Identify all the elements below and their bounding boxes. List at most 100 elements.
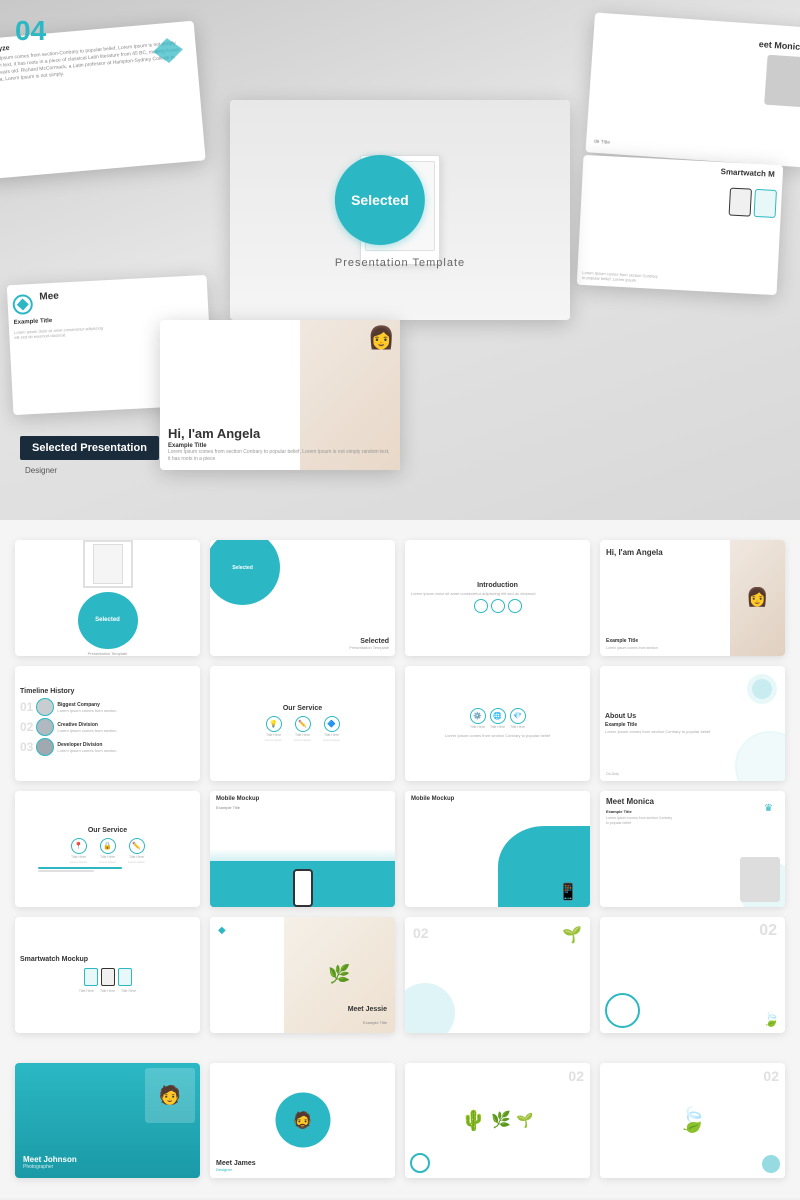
service3-title: Our Service [88,827,127,834]
slide-smartwatch-hero: Smartwatch M Lorem Ipsum comes from sect… [577,155,784,295]
angela-inner-content: 👩 Hi, I'am Angela Example Title Lorem Ip… [160,320,400,470]
james-role: Designer [216,1167,256,1172]
jessie-subtitle: Example Title [363,1020,387,1025]
service1-icons: 💡 Title Here Lorem ipsum ✏️ Title Here L… [261,716,344,742]
grid-slide-placeholder2[interactable]: 02 🍃 [600,917,785,1033]
grid-angela-subtitle: Example Title [606,638,638,644]
smartwatch-hero-desc: Lorem Ipsum comes from section Contrary … [582,270,662,284]
bottom-slide-leaf[interactable]: 🍃 02 [600,1063,785,1179]
service-label-3: Title Here [324,733,339,737]
grid-slide-service3[interactable]: Our Service 📍 Title Here Lorem ipsum 🔒 T… [15,791,200,907]
cover1-badge: Selected [78,592,138,649]
leaf-icon-large: 🍃 [678,1106,708,1135]
jessie-photo-area: 🌿 [284,917,395,1033]
monica-crown-icon: ♛ [764,803,773,814]
grid-slide-angela[interactable]: Hi, I'am Angela 👩 Example Title Lorem Ip… [600,540,785,656]
service-icon-block-1: 💡 Title Here Lorem ipsum [261,716,286,742]
service-icon-1: 💡 [266,716,282,732]
monica-photo [740,857,780,902]
watch-label-3: Title Here [121,989,136,993]
mobile1-subtitle: Example Title [216,805,240,810]
grid-slide-smartwatch[interactable]: Smartwatch Mockup Title Here Title Here … [15,917,200,1033]
slide-meet-monica-hero: eet Monica tle Title [585,12,800,167]
plants-num-badge: 02 [568,1068,584,1084]
service3-label-2: Title Here [100,855,115,859]
service1-title: Our Service [283,705,322,712]
service2-label-1: Title Here [470,725,485,729]
designer-label: Designer [25,466,57,475]
service3-icon-1: 📍 [71,838,87,854]
grid-slide-service-icons[interactable]: ⚙️ Title Here 🌐 Title Here 💎 Title Here … [405,666,590,782]
cover2-subtitle: Presentation Template [349,645,389,650]
johnson-photo: 🧑 [145,1068,195,1123]
watch-label-1: Title Here [79,989,94,993]
circle-outline-deco [605,993,640,1028]
bottom-slide-plants[interactable]: 🌵 🌿 🌱 02 [405,1063,590,1179]
johnson-title: Meet Johnson [23,1155,192,1164]
placeholder2-num: 02 [759,922,777,940]
leaf-icon: 🍃 [763,1011,780,1028]
slide-angela-hero: 👩 Hi, I'am Angela Example Title Lorem Ip… [160,320,400,470]
mobile2-title: Mobile Mockup [411,796,454,802]
cover2-title: Selected [349,638,389,645]
service3-icon-block-2: 🔒 Title Here Lorem ipsum [95,838,120,864]
timeline-title: Timeline History [20,688,74,695]
service2-label-3: Title Here [510,725,525,729]
grid-row-3: Our Service 📍 Title Here Lorem ipsum 🔒 T… [15,791,785,907]
grid-row-4: Smartwatch Mockup Title Here Title Here … [15,917,785,1033]
grid-row-1: Selected Presentation Template Selected … [15,540,785,656]
plant-icon-1: 🌵 [461,1108,486,1133]
timeline-img-2 [36,718,54,736]
angela-hero-title: Hi, I'am Angela [168,426,392,441]
watch-icon-3 [118,968,132,986]
jessie-grid-title: Meet Jessie [348,1006,387,1013]
timeline-desc-2: Lorem Ipsum comes from section [57,728,116,733]
angela-hero-body: Lorem Ipsum comes from section Contrary … [168,449,392,462]
service-icon-block-3: 🔷 Title Here Lorem ipsum [319,716,344,742]
circle-deco-1 [405,983,455,1033]
grid-slide-jessie[interactable]: ◆ 🌿 Meet Jessie Example Title [210,917,395,1033]
grid-slide-about[interactable]: About Us Example Title Lorem Ipsum comes… [600,666,785,782]
about-title: About Us [605,713,636,720]
service2-icon-block-2: 🌐 Title Here [490,708,506,729]
watch-label-2: Title Here [100,989,115,993]
intro-circle-1 [474,599,488,613]
service2-label-2: Title Here [490,725,505,729]
grid-slide-monica[interactable]: Meet Monica ♛ Example Title Lorem Ipsum … [600,791,785,907]
jessie-diamond-icon: ◆ [218,925,226,936]
slide-number-badge: 04 [15,15,46,47]
bottom-slide-johnson[interactable]: Meet Johnson Photographer 🧑 [15,1063,200,1179]
timeline-desc-3: Lorem Ipsum comes from section [57,748,116,753]
timeline-img-1 [36,698,54,716]
plant-icon-3: 🌱 [516,1112,533,1129]
johnson-role: Photographer [23,1164,192,1170]
bottom-row: Meet Johnson Photographer 🧑 🧔 Meet James… [0,1063,800,1199]
intro-decoration [474,599,522,613]
grid-section: Selected Presentation Template Selected … [0,520,800,1063]
hero-badge: Selected [335,155,425,245]
cover2-teal-circle: Selected [210,540,280,605]
grid-slide-service1[interactable]: Our Service 💡 Title Here Lorem ipsum ✏️ … [210,666,395,782]
timeline-item-1: 01 Biggest Company Lorem Ipsum comes fro… [20,698,117,716]
plants-icon: 🌱 [562,925,582,945]
monica-hero-title: eet Monica [758,39,800,52]
plant-icon-2: 🌿 [491,1110,511,1130]
grid-slide-cover2[interactable]: Selected Selected Presentation Template [210,540,395,656]
about-detail: On-Duty [606,772,619,776]
about-circle-decoration [735,731,785,781]
timeline-item-2: 02 Creative Division Lorem Ipsum comes f… [20,718,117,736]
grid-slide-intro[interactable]: Introduction Lorem ipsum dolor sit amet … [405,540,590,656]
grid-slide-mobile2[interactable]: Mobile Mockup 📱 [405,791,590,907]
grid-slide-placeholder1[interactable]: 🌱 02 [405,917,590,1033]
bottom-slide-james[interactable]: 🧔 Meet James Designer [210,1063,395,1179]
grid-slide-mobile1[interactable]: Mobile Mockup Example Title [210,791,395,907]
grid-slide-timeline[interactable]: Timeline History 01 Biggest Company Lore… [15,666,200,782]
service3-icon-3: ✏️ [129,838,145,854]
service2-icon-block-3: 💎 Title Here [510,708,526,729]
watch-icon-1 [84,968,98,986]
service2-icon-1: ⚙️ [470,708,486,724]
service3-icons-row: 📍 Title Here Lorem ipsum 🔒 Title Here Lo… [66,838,149,864]
grid-slide-cover1[interactable]: Selected Presentation Template [15,540,200,656]
smartwatch-hero-title: Smartwatch M [720,167,775,179]
about-subtitle: Example Title [605,722,637,728]
